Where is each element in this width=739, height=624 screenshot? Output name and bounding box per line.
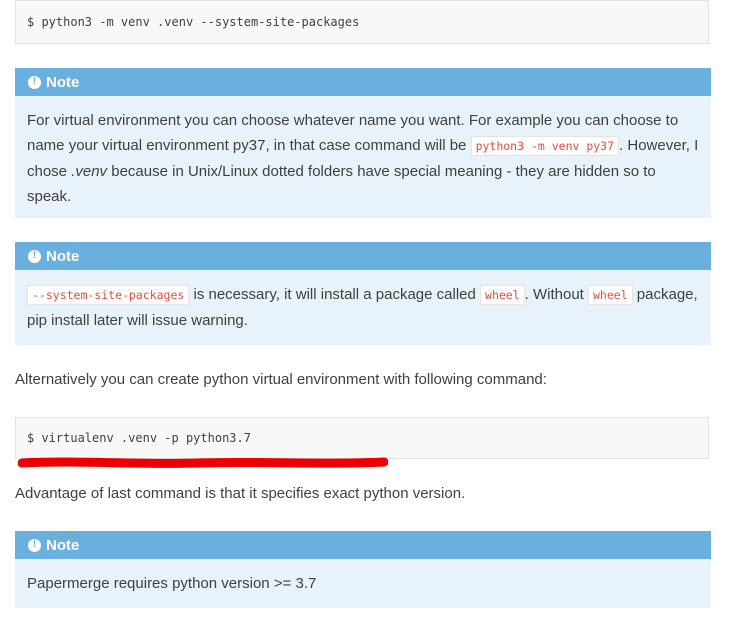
paragraph-advantage: Advantage of last command is that it spe… <box>15 485 466 502</box>
code-text: $ virtualenv .venv -p python3.7 <box>27 431 251 445</box>
emphasis-text: .venv <box>71 163 108 180</box>
note-title-bar: ! Note <box>15 531 711 559</box>
note-text: . Without <box>524 286 588 303</box>
code-block-virtualenv-command: $ virtualenv .venv -p python3.7 <box>15 417 709 459</box>
note-body: --system-site-packages is necessary, it … <box>15 270 711 345</box>
paragraph-alternative: Alternatively you can create python virt… <box>15 371 547 388</box>
note-title-bar: ! Note <box>15 242 711 270</box>
note-admonition: ! Note For virtual environment you can c… <box>15 68 711 218</box>
note-body: For virtual environment you can choose w… <box>15 96 711 221</box>
note-admonition: ! Note --system-site-packages is necessa… <box>15 242 711 345</box>
note-text: Papermerge requires python version >= 3.… <box>27 575 317 592</box>
note-title-bar: ! Note <box>15 68 711 96</box>
note-body: Papermerge requires python version >= 3.… <box>15 559 711 608</box>
exclamation-circle-icon: ! <box>28 249 41 263</box>
note-title: Note <box>46 536 80 554</box>
inline-code: python3 -m venv py37 <box>470 136 620 156</box>
exclamation-circle-icon: ! <box>28 75 41 89</box>
note-title: Note <box>46 247 80 265</box>
code-block-venv-command: $ python3 -m venv .venv --system-site-pa… <box>15 0 709 44</box>
red-underline-annotation <box>18 457 388 468</box>
note-title: Note <box>46 73 80 91</box>
note-text: because in Unix/Linux dotted folders hav… <box>27 163 656 205</box>
note-text: is necessary, it will install a package … <box>189 286 481 303</box>
exclamation-circle-icon: ! <box>28 538 41 552</box>
inline-code: wheel <box>480 285 525 305</box>
inline-code: wheel <box>588 285 633 305</box>
code-text: $ python3 -m venv .venv --system-site-pa… <box>27 15 360 29</box>
inline-code: --system-site-packages <box>27 285 190 305</box>
note-admonition: ! Note Papermerge requires python versio… <box>15 531 711 608</box>
